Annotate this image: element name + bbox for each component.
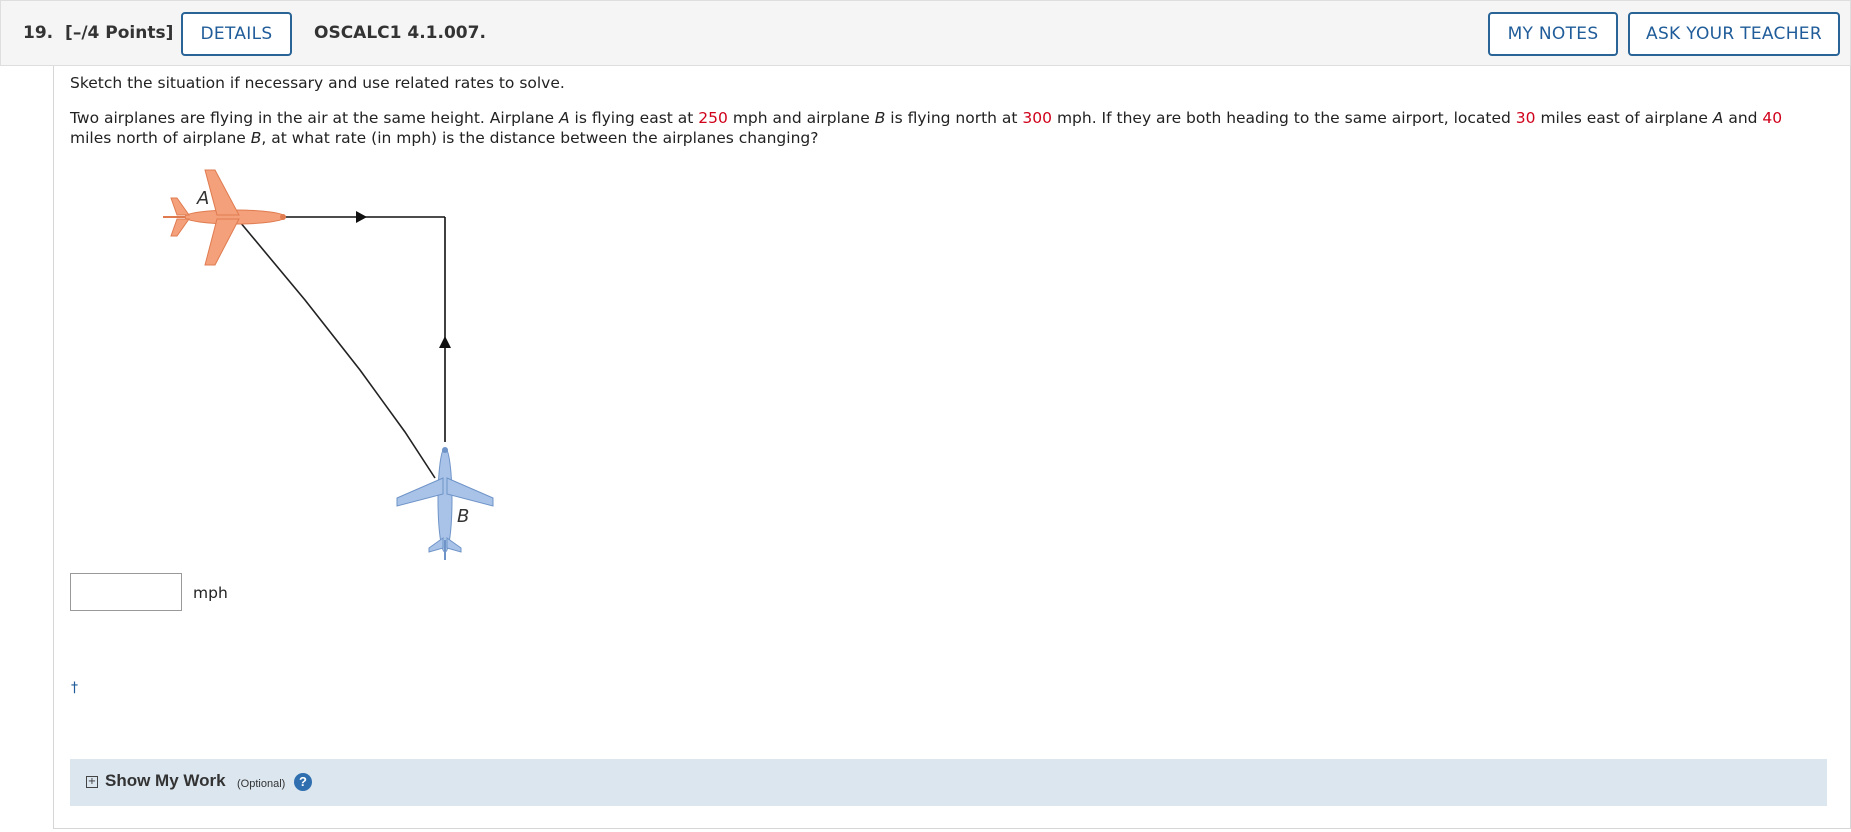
airplane-b-icon [396,447,494,560]
answer-unit: mph [193,584,228,602]
airplane-a-icon [163,169,286,266]
question-header: 19. [–/4 Points] DETAILS OSCALC1 4.1.007… [0,0,1851,66]
label-b: B [457,506,469,527]
instruction-text: Sketch the situation if necessary and us… [70,74,565,92]
show-my-work-title[interactable]: Show My Work [105,771,226,791]
question-code: OSCALC1 4.1.007. [314,23,486,43]
question-number: 19. [–/4 Points] [23,23,174,43]
east-arrow-icon [356,211,367,223]
ask-teacher-button[interactable]: ASK YOUR TEACHER [1628,12,1840,56]
north-arrow-icon [439,336,451,348]
expand-plus-icon[interactable]: + [86,776,98,788]
airplanes-diagram: A B [163,169,494,560]
details-button[interactable]: DETAILS [181,12,292,56]
footnote-dagger[interactable]: † [71,680,78,696]
label-a: A [196,188,209,209]
answer-input[interactable] [70,573,182,611]
my-notes-button[interactable]: MY NOTES [1488,12,1618,56]
optional-label: (Optional) [237,778,286,790]
show-my-work-bar[interactable]: + Show My Work (Optional) ? [70,759,1827,806]
distance-line [239,221,436,479]
problem-text: Two airplanes are flying in the air at t… [70,109,1783,147]
points-label: [–/4 Points] [65,23,174,43]
help-icon[interactable]: ? [294,773,312,791]
